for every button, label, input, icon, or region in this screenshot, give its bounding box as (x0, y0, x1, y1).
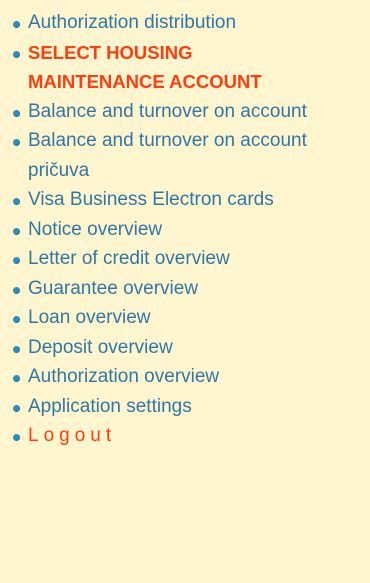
menu-item-label[interactable]: Guarantee overview (28, 274, 198, 304)
menu-item-select-housing-maintenance-account[interactable]: SELECT HOUSING MAINTENANCE ACCOUNT (10, 38, 360, 97)
menu-item-balance-and-turnover-on-account[interactable]: Balance and turnover on account (10, 97, 360, 127)
bullet-icon (13, 139, 20, 146)
menu-item-application-settings[interactable]: Application settings (10, 392, 360, 422)
menu-item-label[interactable]: Notice overview (28, 215, 162, 245)
bullet-icon (13, 345, 20, 353)
bullet-icon (13, 286, 20, 294)
menu-item-label[interactable]: Authorization distribution (28, 8, 236, 38)
menu-item-label[interactable]: Deposit overview (28, 333, 173, 363)
menu-item-visa-business-electron-cards[interactable]: Visa Business Electron cards (10, 185, 360, 215)
menu-item-deposit-overview[interactable]: Deposit overview (10, 333, 360, 363)
menu-item-balance-and-turnover-on-account-pricuva[interactable]: Balance and turnover on account pričuva (10, 126, 360, 185)
menu-item-authorization-overview[interactable]: Authorization overview (10, 362, 360, 392)
bullet-icon (13, 316, 20, 323)
menu-item-label[interactable]: Loan overview (28, 303, 151, 333)
bullet-icon (13, 434, 20, 441)
menu-item-label[interactable]: Application settings (28, 392, 192, 422)
bullet-icon (13, 404, 20, 412)
menu-item-notice-overview[interactable]: Notice overview (10, 215, 360, 245)
bullet-icon (13, 50, 20, 58)
bullet-icon (13, 21, 20, 28)
bullet-icon (13, 109, 20, 117)
menu-item-label[interactable]: SELECT HOUSING MAINTENANCE ACCOUNT (28, 38, 328, 97)
menu-item-label[interactable]: Balance and turnover on account (28, 97, 307, 127)
menu-item-authorization-distribution[interactable]: Authorization distribution (10, 8, 360, 38)
menu-item-label[interactable]: Balance and turnover on account pričuva (28, 126, 358, 185)
bullet-icon (13, 227, 20, 235)
bullet-icon (13, 375, 20, 382)
logout-link[interactable]: Logout (28, 421, 116, 451)
menu-item-letter-of-credit-overview[interactable]: Letter of credit overview (10, 244, 360, 274)
menu-list: Authorization distribution SELECT HOUSIN… (10, 8, 360, 451)
menu-item-label[interactable]: Visa Business Electron cards (28, 185, 274, 215)
menu-item-guarantee-overview[interactable]: Guarantee overview (10, 274, 360, 304)
menu-item-loan-overview[interactable]: Loan overview (10, 303, 360, 333)
bullet-icon (13, 257, 20, 264)
menu-item-logout[interactable]: Logout (10, 421, 360, 451)
menu-item-label[interactable]: Letter of credit overview (28, 244, 230, 274)
navigation-menu: Authorization distribution SELECT HOUSIN… (0, 0, 370, 583)
bullet-icon (13, 198, 20, 205)
menu-item-label[interactable]: Authorization overview (28, 362, 219, 392)
